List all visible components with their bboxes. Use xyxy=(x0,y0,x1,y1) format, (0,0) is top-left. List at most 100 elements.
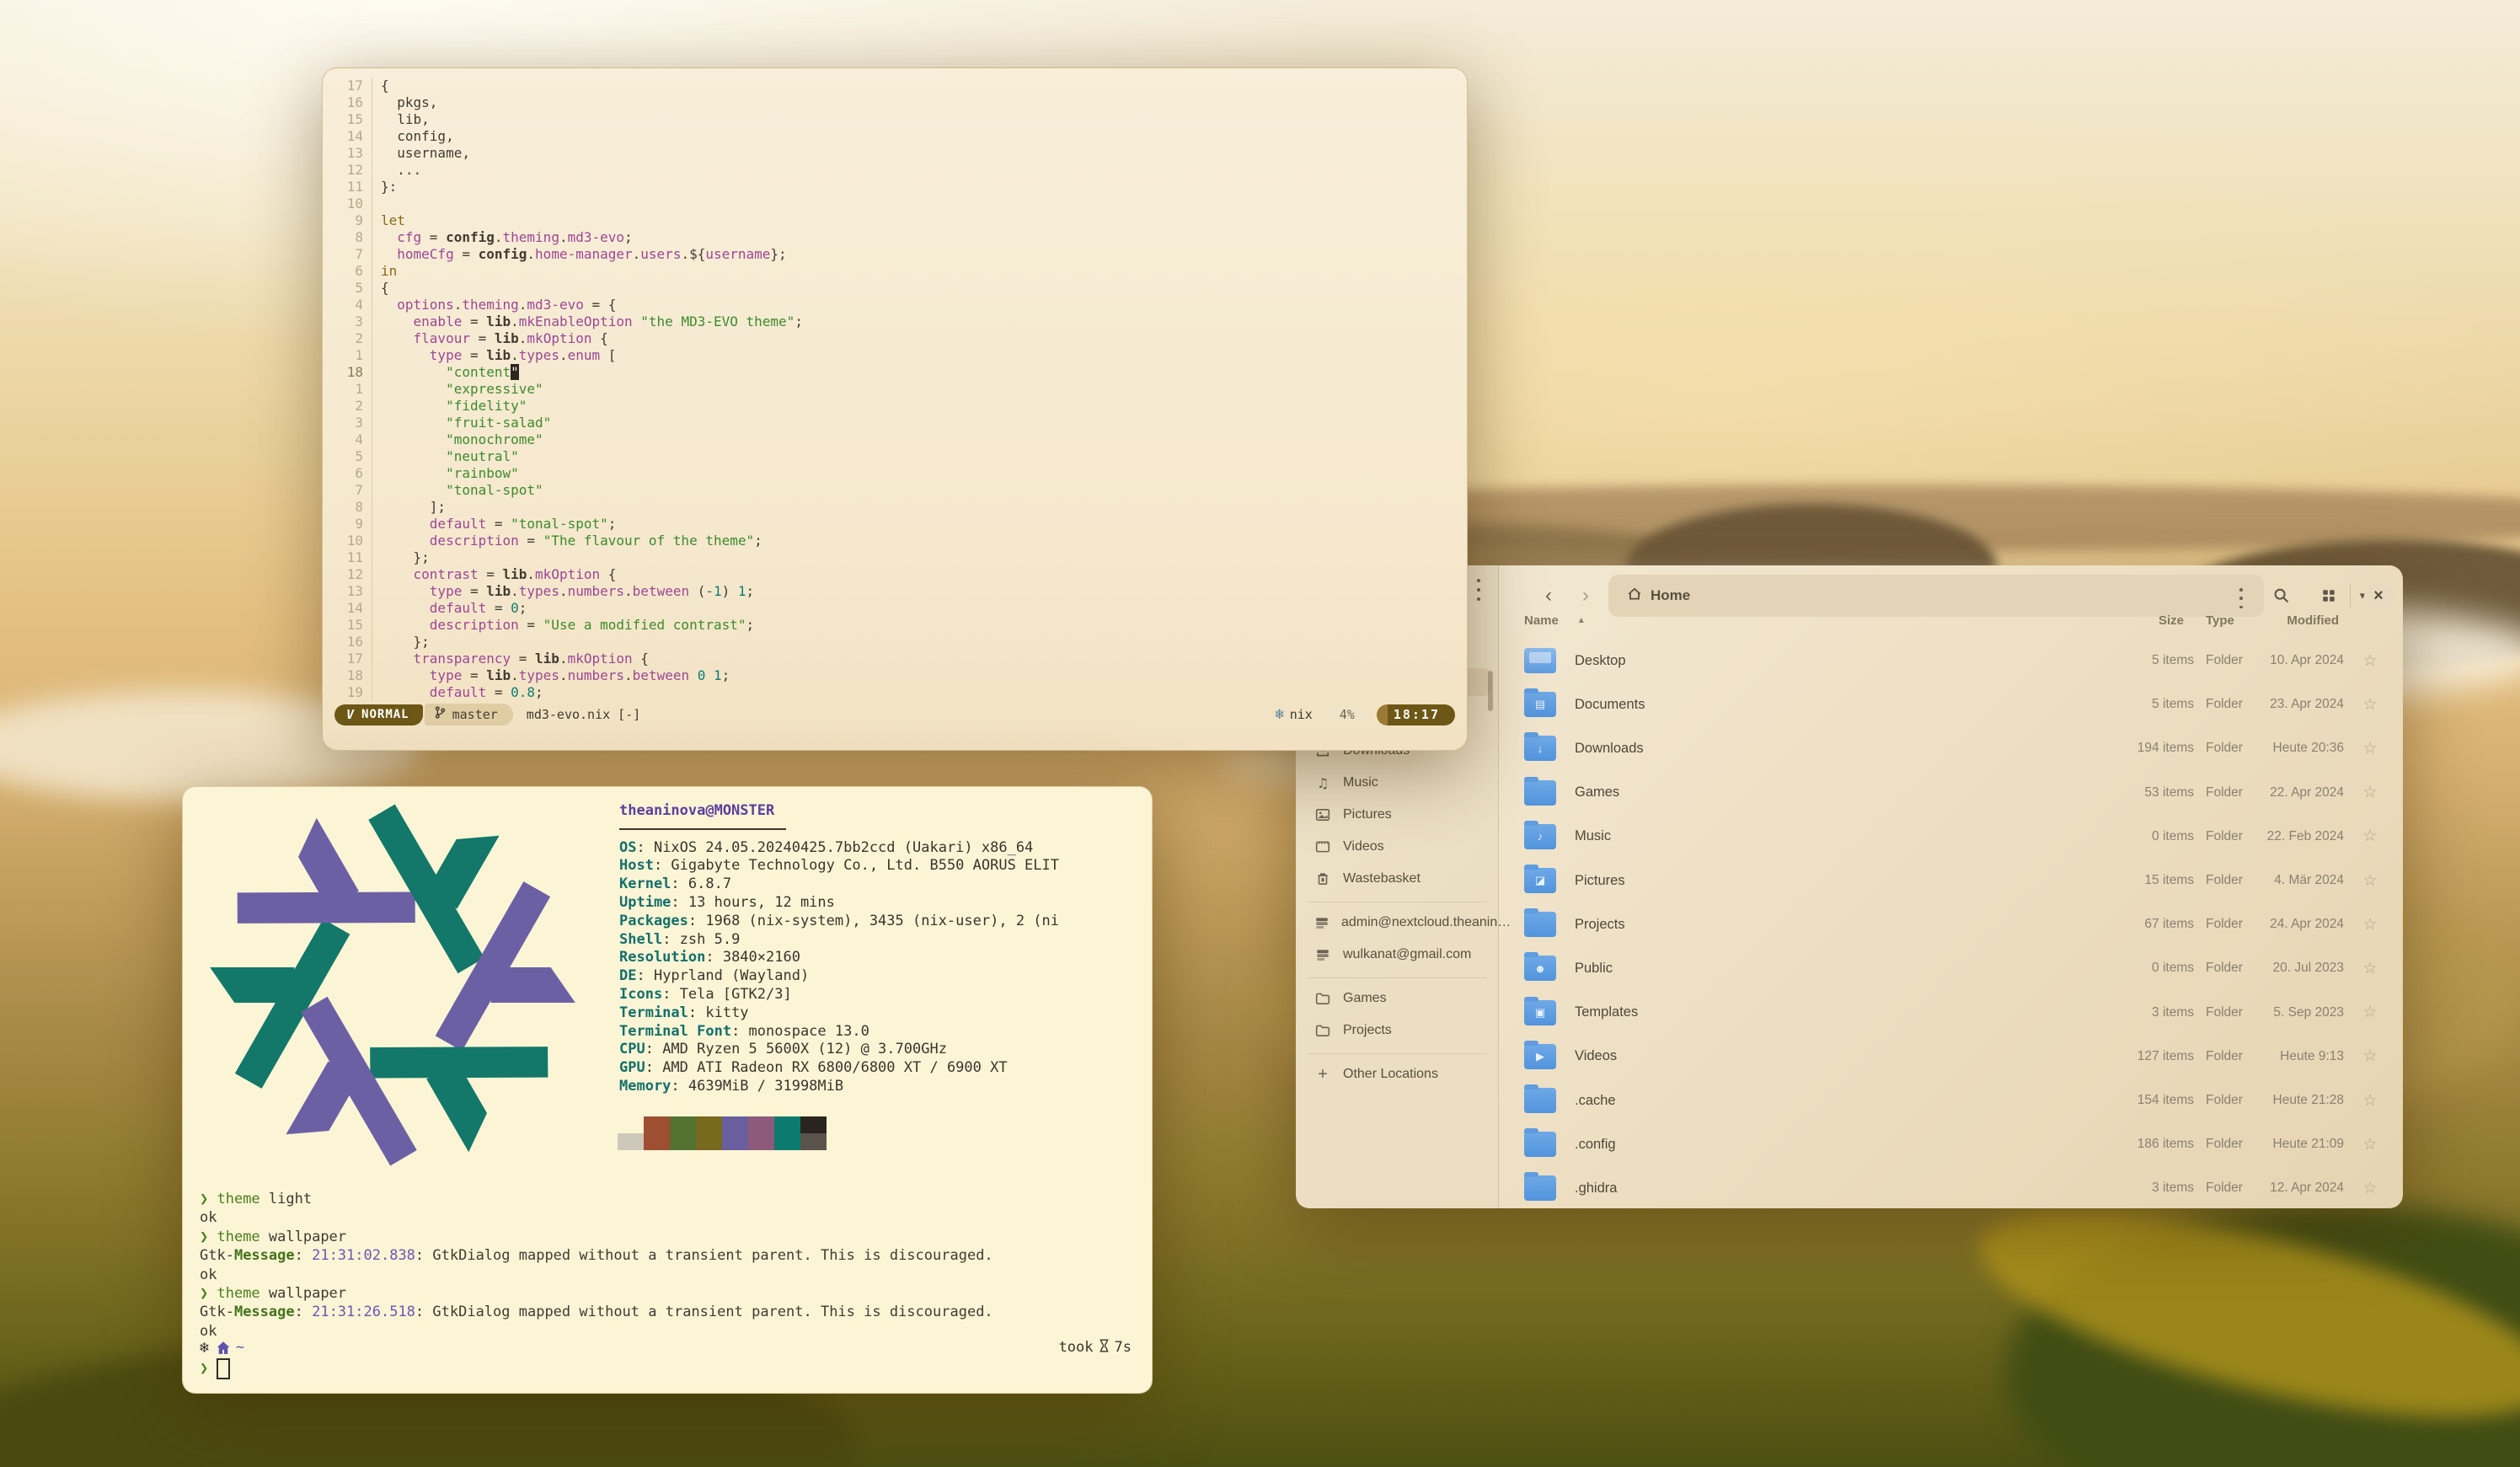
star-icon[interactable]: ☆ xyxy=(2359,1003,2381,1022)
line-number: 17 xyxy=(323,651,363,667)
line-number: 11 xyxy=(323,179,363,195)
scroll-percent: 4% xyxy=(1324,705,1370,725)
code-token: let xyxy=(381,212,405,228)
file-row--cache[interactable]: .cache154 itemsFolderHeute 21:28☆ xyxy=(1499,1079,2403,1122)
close-window-button[interactable]: × xyxy=(2364,581,2393,610)
star-icon[interactable]: ☆ xyxy=(2359,915,2381,934)
file-name: Desktop xyxy=(1575,653,1626,669)
sidebar-item-projects[interactable]: Projects xyxy=(1303,1016,1491,1045)
file-type: Folder xyxy=(2206,785,2243,800)
code-line: 12 contrast = lib.mkOption { xyxy=(323,566,1467,583)
file-row--ghidra[interactable]: .ghidra3 itemsFolder12. Apr 2024☆ xyxy=(1499,1166,2403,1208)
path-menu-icon[interactable] xyxy=(2234,586,2249,611)
code-token xyxy=(381,229,397,245)
file-row-pictures[interactable]: ◪Pictures15 itemsFolder4. Mär 2024☆ xyxy=(1499,859,2403,902)
code-token: . xyxy=(559,229,568,245)
file-row-games[interactable]: Games53 itemsFolder22. Apr 2024☆ xyxy=(1499,771,2403,815)
image-icon xyxy=(1314,806,1331,823)
file-row-music[interactable]: ♪Music0 itemsFolder22. Feb 2024☆ xyxy=(1499,815,2403,859)
column-modified[interactable]: Modified xyxy=(2287,613,2339,628)
sidebar-item-wulkanat-gmail-com[interactable]: wulkanat@gmail.com xyxy=(1303,940,1491,969)
clock-label: 18:17 xyxy=(1377,704,1455,725)
line-number: 2 xyxy=(323,398,363,415)
star-icon[interactable]: ☆ xyxy=(2359,1179,2381,1198)
terminal-token: Message xyxy=(234,1304,295,1320)
star-icon[interactable]: ☆ xyxy=(2359,871,2381,891)
line-number: 1 xyxy=(323,347,363,364)
file-type: Folder xyxy=(2206,741,2243,756)
code-token: 0 xyxy=(511,600,519,616)
sidebar-item-videos[interactable]: Videos xyxy=(1303,833,1491,861)
sidebar-item-pictures[interactable]: Pictures xyxy=(1303,800,1491,829)
plain-emblem-icon xyxy=(1524,1132,1556,1157)
home-icon xyxy=(216,1341,231,1355)
code-line: 16 pkgs, xyxy=(323,94,1467,111)
terminal-token: ❯ xyxy=(200,1229,217,1245)
folder-icon xyxy=(1314,1022,1331,1039)
star-icon[interactable]: ☆ xyxy=(2359,827,2381,846)
shell-input-line[interactable]: ❯ xyxy=(200,1358,230,1379)
editor-window[interactable]: 17{16 pkgs,15 lib,14 config,13 username,… xyxy=(322,67,1468,751)
terminal-line: ❯ theme light xyxy=(200,1190,993,1208)
star-icon[interactable]: ☆ xyxy=(2359,1091,2381,1111)
file-row-desktop[interactable]: Desktop5 itemsFolder10. Apr 2024☆ xyxy=(1499,639,2403,683)
sidebar-item-games[interactable]: Games xyxy=(1303,984,1491,1013)
folder-icon: ☻ xyxy=(1524,956,1556,981)
sidebar-item-admin-nextcloud-theanin-[interactable]: admin@nextcloud.theanin… xyxy=(1303,908,1491,937)
search-icon[interactable] xyxy=(2268,582,2295,609)
file-type: Folder xyxy=(2206,1181,2243,1196)
column-type[interactable]: Type xyxy=(2206,613,2234,628)
file-row-projects[interactable]: Projects67 itemsFolder24. Apr 2024☆ xyxy=(1499,902,2403,946)
sidebar-scrollbar[interactable] xyxy=(1488,671,1493,711)
sidebar-item-wastebasket[interactable]: Wastebasket xyxy=(1303,865,1491,893)
code-token: "rainbow" xyxy=(446,465,519,481)
code-token: ; xyxy=(608,516,617,532)
grid-view-icon[interactable] xyxy=(2315,582,2342,609)
sidebar-item-other-locations[interactable]: +Other Locations xyxy=(1303,1060,1491,1089)
sidebar-item-label: Games xyxy=(1343,991,1387,1006)
file-row-videos[interactable]: ▶Videos127 itemsFolderHeute 9:13☆ xyxy=(1499,1035,2403,1079)
code-token xyxy=(381,398,446,414)
folder-icon xyxy=(1524,1175,1556,1201)
code-token: mkOption xyxy=(527,330,591,346)
editor-code-area[interactable]: 17{16 pkgs,15 lib,14 config,13 username,… xyxy=(323,78,1467,701)
file-name: Downloads xyxy=(1575,741,1644,757)
line-number: 6 xyxy=(323,465,363,482)
palette-swatch xyxy=(696,1116,722,1133)
star-icon[interactable]: ☆ xyxy=(2359,1047,2381,1066)
fetch-user-host: theaninova@MONSTER xyxy=(619,802,1059,821)
terminal-window[interactable]: theaninova@MONSTEROS: NixOS 24.05.202404… xyxy=(182,786,1153,1394)
file-row--config[interactable]: .config186 itemsFolderHeute 21:09☆ xyxy=(1499,1122,2403,1166)
star-icon[interactable]: ☆ xyxy=(2359,959,2381,978)
star-icon[interactable]: ☆ xyxy=(2359,739,2381,758)
column-size[interactable]: Size xyxy=(2159,613,2184,628)
sidebar-item-music[interactable]: ♫Music xyxy=(1303,768,1491,797)
line-number: 15 xyxy=(323,617,363,634)
file-modified: 24. Apr 2024 xyxy=(2270,917,2344,932)
folder-icon xyxy=(1524,1132,1556,1157)
code-token: . xyxy=(559,347,568,363)
file-name: Pictures xyxy=(1575,873,1625,889)
star-icon[interactable]: ☆ xyxy=(2359,783,2381,802)
sidebar-menu-icon[interactable] xyxy=(1471,577,1486,602)
back-button[interactable]: ‹ xyxy=(1536,583,1561,608)
star-icon[interactable]: ☆ xyxy=(2359,1135,2381,1154)
vim-logo-icon: V xyxy=(346,707,355,722)
code-token: "the MD3-EVO theme" xyxy=(640,313,795,329)
star-icon[interactable]: ☆ xyxy=(2359,695,2381,715)
language-label: nix xyxy=(1290,707,1313,722)
file-row-public[interactable]: ☻Public0 itemsFolder20. Jul 2023☆ xyxy=(1499,946,2403,990)
code-line: 1 "expressive" xyxy=(323,381,1467,398)
code-token: username, xyxy=(381,145,470,161)
terminal-token: ok xyxy=(200,1323,217,1340)
file-size: 15 items xyxy=(2144,873,2194,888)
file-row-templates[interactable]: ▣Templates3 itemsFolder5. Sep 2023☆ xyxy=(1499,991,2403,1035)
star-icon[interactable]: ☆ xyxy=(2359,651,2381,671)
file-modified: 4. Mär 2024 xyxy=(2274,873,2344,888)
file-modified: Heute 21:09 xyxy=(2273,1137,2344,1152)
file-row-documents[interactable]: ▤Documents5 itemsFolder23. Apr 2024☆ xyxy=(1499,683,2403,726)
file-row-downloads[interactable]: ↓Downloads194 itemsFolderHeute 20:36☆ xyxy=(1499,726,2403,770)
line-number: 2 xyxy=(323,330,363,347)
forward-button[interactable]: › xyxy=(1573,583,1598,608)
column-name[interactable]: Name ▲ xyxy=(1524,613,1586,628)
